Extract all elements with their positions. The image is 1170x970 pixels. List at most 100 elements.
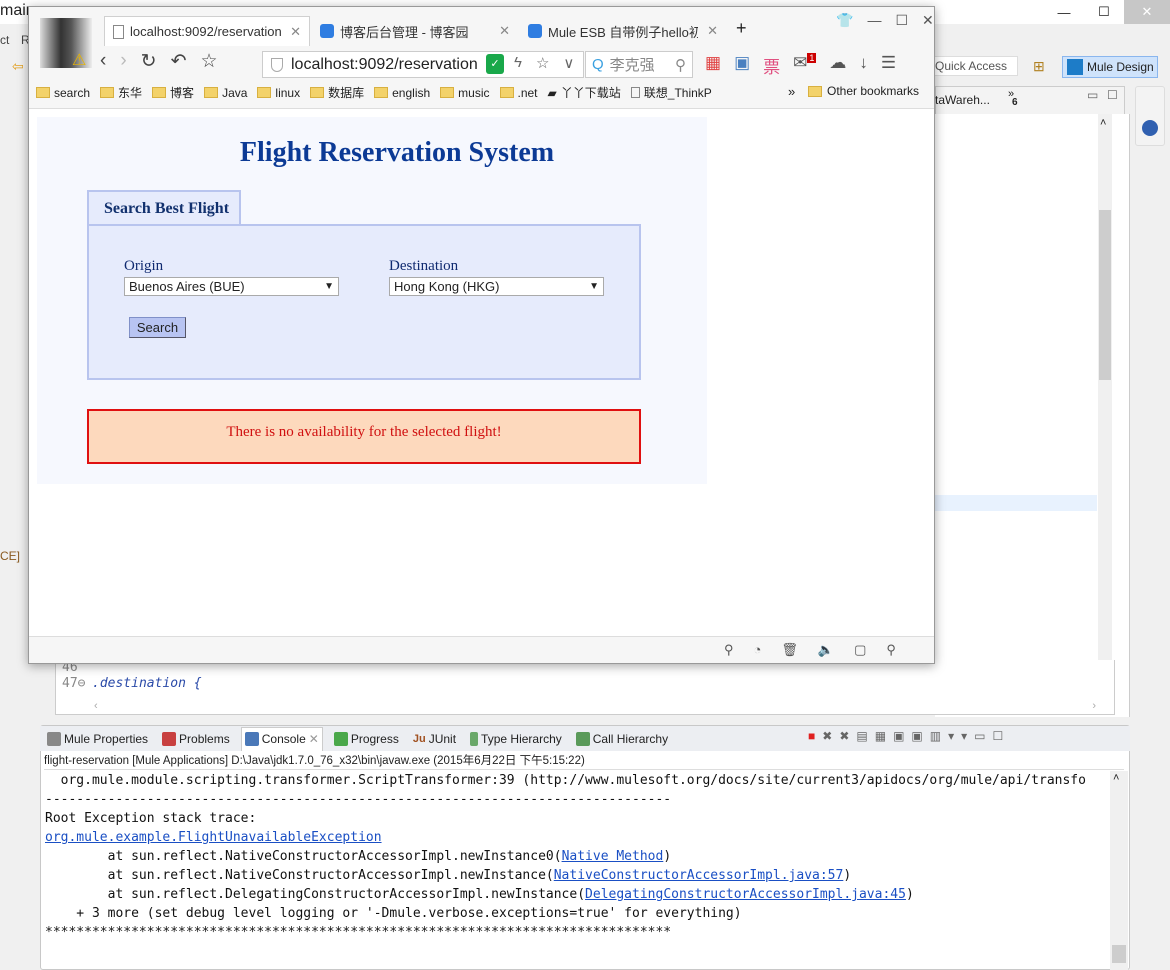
console-link[interactable]: NativeConstructorAccessorImpl.java:57 (554, 868, 844, 883)
tab-mule-properties[interactable]: Mule Properties (44, 727, 151, 751)
skin-icon[interactable]: 👕 (836, 12, 853, 29)
window-icon[interactable]: ▢ (854, 642, 866, 658)
search-button[interactable]: Search (129, 317, 186, 338)
scroll-lock-icon[interactable]: ▦ (875, 729, 886, 743)
other-bookmarks[interactable]: Other bookmarks (808, 84, 919, 98)
back-arrow-icon[interactable]: ⇦ (12, 58, 24, 75)
editor-horizontal-scrollbar[interactable]: ‹ › (90, 700, 1100, 712)
pin-icon[interactable]: ⚲ (724, 642, 734, 658)
editor-tab[interactable]: taWareh... (935, 93, 990, 107)
back-icon[interactable]: ‹ (100, 50, 106, 73)
eclipse-menu-fragment[interactable]: ct (0, 33, 9, 47)
bookmark-item[interactable]: ▰ 丫丫下载站 (548, 84, 621, 101)
minimize-icon[interactable]: — (1044, 0, 1084, 24)
security-icon[interactable]: ✓ (486, 54, 504, 74)
close-tab-icon[interactable]: ✕ (290, 24, 301, 40)
speed-icon[interactable]: ◔ (754, 642, 762, 658)
close-tab-icon[interactable]: ✕ (707, 23, 718, 39)
bookmarks-overflow[interactable]: » (788, 84, 795, 99)
remove-all-icon[interactable]: ✖ (839, 729, 849, 743)
close-icon[interactable]: ✕ (1124, 0, 1170, 24)
maximize-icon[interactable]: ☐ (1084, 0, 1124, 24)
bookmark-label: music (458, 85, 490, 100)
trash-icon[interactable]: 🗑 (781, 642, 798, 658)
console-link[interactable]: DelegatingConstructorAccessorImpl.java:4… (585, 887, 906, 902)
close-icon[interactable]: ✕ (922, 12, 934, 29)
open-console-icon[interactable]: ▥ (930, 729, 941, 743)
console-output[interactable]: org.mule.module.scripting.transformer.Sc… (45, 771, 1109, 970)
bookmark-item[interactable]: english (374, 86, 430, 100)
close-tab-icon[interactable]: ✕ (499, 23, 510, 39)
globe-icon[interactable] (1142, 120, 1158, 136)
mule-design-perspective-button[interactable]: Mule Design (1062, 56, 1158, 78)
cloud-icon[interactable]: ☁ (829, 53, 846, 78)
bookmark-item[interactable]: linux (257, 86, 300, 100)
console-text: ----------------------------------------… (45, 792, 672, 807)
clear-console-icon[interactable]: ▤ (856, 729, 867, 743)
volume-icon[interactable]: 🔈 (818, 642, 834, 658)
tab-progress[interactable]: Progress (331, 727, 402, 751)
console-scrollbar[interactable] (1110, 771, 1128, 970)
new-console-icon[interactable]: ▾ (948, 729, 954, 743)
tab-junit[interactable]: Ju JUnit (410, 727, 459, 751)
menu-icon[interactable]: ☰ (881, 53, 896, 78)
browser-tab[interactable]: Mule ESB 自带例子hello初 ✕ (520, 16, 726, 46)
bookmark-item[interactable]: 数据库 (310, 84, 364, 101)
mail-icon[interactable]: ✉ 1 (793, 53, 817, 78)
bookmark-item[interactable]: 博客 (152, 84, 194, 101)
screenshot-icon[interactable]: ▣ (734, 53, 750, 78)
forward-icon[interactable]: › (120, 50, 126, 73)
minimize-icon[interactable]: — (867, 12, 881, 29)
bookmark-item[interactable]: .net (499, 86, 538, 100)
remove-launch-icon[interactable]: ✖ (822, 729, 832, 743)
close-tab-icon[interactable]: ✕ (309, 732, 319, 746)
bookmark-item[interactable]: 东华 (100, 84, 142, 101)
console-line: Root Exception stack trace: (45, 809, 1109, 828)
bookmark-star-icon[interactable]: ☆ (201, 50, 218, 73)
scroll-up-icon[interactable]: ˄ (1113, 772, 1119, 784)
bookmark-label: english (392, 85, 431, 100)
search-icon[interactable]: ⚲ (675, 56, 686, 74)
tab-search-best-flight[interactable]: Search Best Flight (87, 190, 241, 226)
bookmark-item[interactable]: 联想_ThinkP (630, 84, 718, 101)
tab-problems[interactable]: Problems (159, 727, 233, 751)
bookmark-item[interactable]: music (440, 85, 490, 100)
favorite-icon[interactable]: ☆ (536, 54, 549, 72)
console-link[interactable]: Native Method (562, 849, 664, 864)
maximize-icon[interactable]: ☐ (993, 729, 1004, 743)
bookmark-item[interactable]: Java (204, 86, 247, 100)
console-scroll-thumb[interactable] (1112, 945, 1126, 963)
tab-type-hierarchy[interactable]: Type Hierarchy (467, 727, 565, 751)
bookmark-item[interactable]: search (36, 86, 90, 100)
console-link[interactable]: org.mule.example.FlightUnavailableExcept… (45, 830, 382, 845)
scroll-up-icon[interactable]: ˄ (1100, 117, 1106, 129)
origin-select[interactable]: Buenos Aires (BUE) ▼ (124, 277, 339, 296)
zoom-icon[interactable]: ⚲ (886, 642, 896, 658)
reload-icon[interactable]: ↻ (141, 50, 157, 73)
quick-access-input[interactable]: Quick Access (930, 56, 1018, 76)
minimize-editor-icon[interactable]: ▭ (1087, 88, 1098, 102)
editor-vertical-scrollbar[interactable] (1098, 114, 1112, 699)
download-icon[interactable]: ↓ (859, 53, 868, 78)
dropdown-icon[interactable]: ∨ (563, 54, 574, 72)
tab-call-hierarchy[interactable]: Call Hierarchy (573, 727, 671, 751)
open-perspective-icon[interactable]: ⊞ (1033, 58, 1051, 76)
ticket-icon[interactable]: 票 (763, 53, 780, 78)
display-console-icon[interactable]: ▣ (911, 729, 922, 743)
maximize-editor-icon[interactable]: ☐ (1107, 88, 1118, 102)
view-menu-icon[interactable]: ▾ (961, 729, 967, 743)
editor-scroll-thumb[interactable] (1099, 210, 1111, 380)
search-box[interactable]: Q 李克强 ⚲ (585, 51, 693, 78)
new-tab-button[interactable]: + (736, 18, 747, 39)
apps-icon[interactable]: ▦ (705, 53, 721, 78)
maximize-icon[interactable]: ☐ (895, 12, 908, 29)
lightning-icon[interactable]: ϟ (514, 54, 522, 72)
pin-console-icon[interactable]: ▣ (893, 729, 904, 743)
browser-tab[interactable]: 博客后台管理 - 博客园 ✕ (312, 16, 518, 46)
undo-icon[interactable]: ↶ (171, 50, 187, 73)
terminate-icon[interactable]: ■ (808, 729, 815, 743)
minimize-icon[interactable]: ▭ (974, 729, 985, 743)
browser-tab[interactable]: localhost:9092/reservation ✕ (104, 16, 310, 46)
tab-console[interactable]: Console ✕ (240, 726, 323, 751)
destination-select[interactable]: Hong Kong (HKG) ▼ (389, 277, 604, 296)
